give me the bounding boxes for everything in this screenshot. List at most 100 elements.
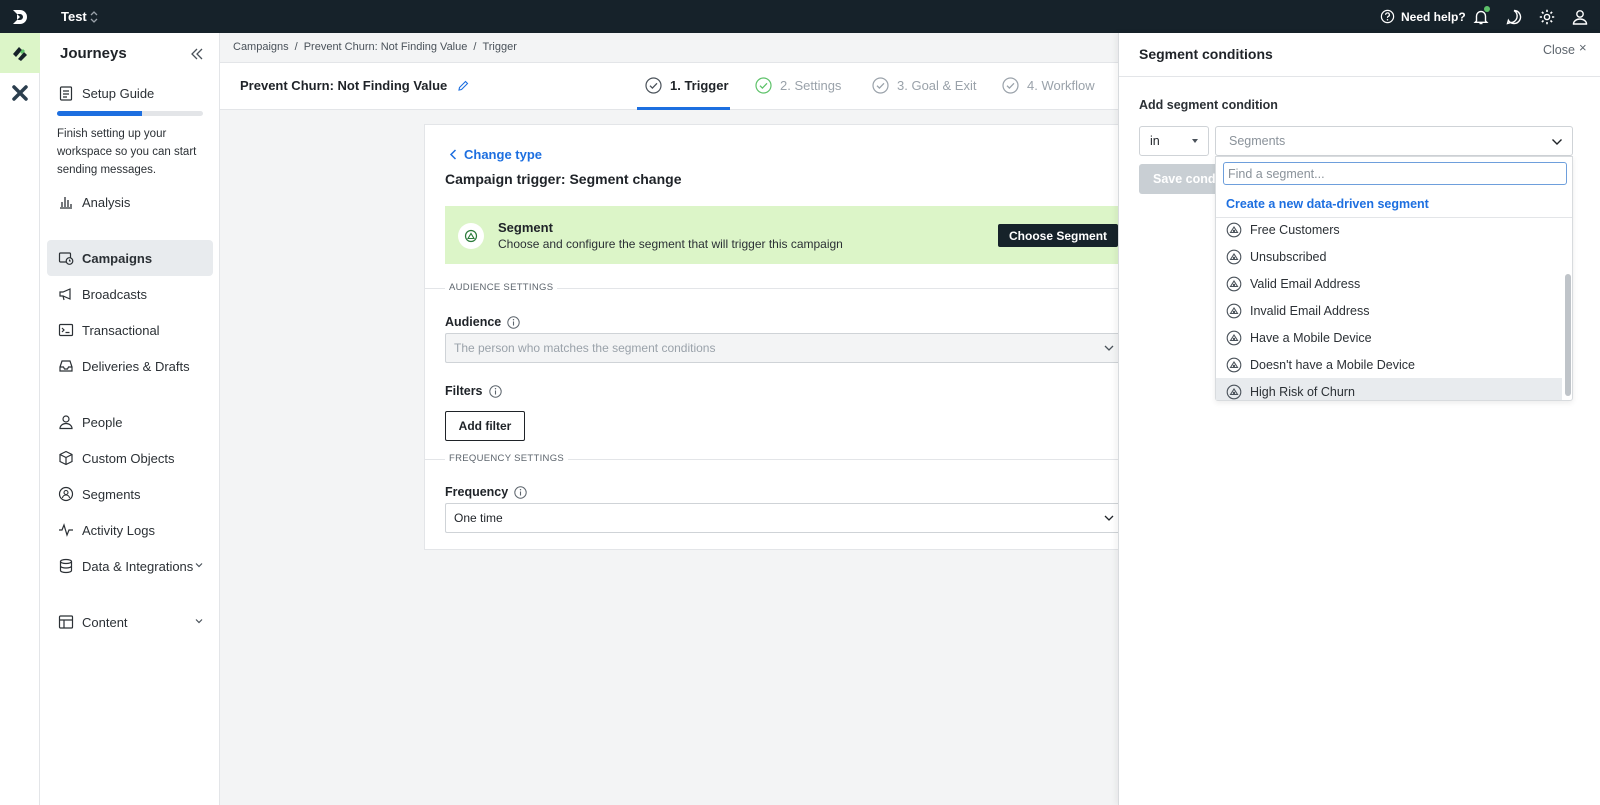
need-help-link[interactable]: Need help? [1380, 9, 1466, 24]
sidebar-item-deliveries[interactable]: Deliveries & Drafts [47, 348, 213, 384]
trigger-card: Change type Campaign trigger: Segment ch… [424, 124, 1121, 550]
filters-label: Filters [445, 384, 502, 398]
dropdown-scrollbar[interactable] [1564, 218, 1572, 400]
field-label-text: Audience [445, 315, 502, 329]
workspace-switch-icon[interactable] [90, 10, 98, 24]
pencil-icon[interactable] [457, 80, 469, 92]
segments-select[interactable]: Segments [1215, 126, 1573, 156]
segment-option[interactable]: High Risk of Churn [1216, 378, 1562, 400]
step-workflow[interactable]: 4. Workflow [1002, 77, 1095, 94]
segment-icon [1226, 303, 1242, 318]
segment-option[interactable]: Doesn't have a Mobile Device [1216, 351, 1562, 378]
section-label: AUDIENCE SETTINGS [445, 282, 558, 293]
active-step-indicator [637, 107, 730, 110]
breadcrumb-separator: / [294, 41, 298, 53]
segment-option[interactable]: Valid Email Address [1216, 270, 1562, 297]
segment-option-label: Invalid Email Address [1250, 303, 1370, 318]
rail-integrations[interactable] [0, 73, 40, 113]
in-value: in [1150, 134, 1160, 148]
cube-icon [59, 450, 73, 466]
breadcrumb-campaign[interactable]: Prevent Churn: Not Finding Value [304, 41, 468, 53]
frequency-select[interactable]: One time [445, 503, 1121, 533]
step-settings[interactable]: 2. Settings [755, 77, 841, 94]
field-label-text: Filters [445, 384, 483, 398]
info-icon[interactable] [488, 384, 502, 398]
info-icon[interactable] [514, 485, 527, 499]
close-panel-button[interactable]: Close × [1543, 41, 1587, 57]
sidebar-item-label: Data & Integrations [82, 558, 194, 574]
app-rail [0, 33, 40, 805]
scrollbar-thumb[interactable] [1565, 274, 1571, 396]
segment-icon [1226, 384, 1242, 399]
step-trigger[interactable]: 1. Trigger [645, 77, 729, 94]
sidebar-item-broadcasts[interactable]: Broadcasts [47, 276, 213, 312]
segment-option[interactable]: Unsubscribed [1216, 243, 1562, 270]
banner-title: Segment [498, 220, 553, 235]
campaign-name-text: Prevent Churn: Not Finding Value [240, 78, 448, 93]
table-icon [58, 615, 74, 629]
sidebar-item-label: Deliveries & Drafts [82, 358, 190, 374]
step-goal-exit[interactable]: 3. Goal & Exit [872, 77, 976, 94]
segment-banner: Segment Choose and configure the segment… [445, 206, 1121, 264]
sidebar-item-people[interactable]: People [47, 404, 213, 440]
sidebar-item-segments[interactable]: Segments [47, 476, 213, 512]
in-select[interactable]: in [1139, 126, 1209, 156]
chevron-down-icon [195, 619, 203, 624]
sidebar-item-label: Custom Objects [82, 450, 175, 466]
rail-journeys[interactable] [0, 33, 40, 73]
breadcrumb-separator: / [473, 41, 477, 53]
audience-value: The person who matches the segment condi… [454, 341, 716, 355]
chevron-down-icon [1104, 515, 1114, 521]
info-icon[interactable] [507, 315, 520, 329]
step-label: 4. Workflow [1027, 78, 1095, 93]
clipboard-icon [59, 86, 73, 101]
segment-icon [1226, 249, 1242, 264]
chat-icon[interactable] [1505, 8, 1523, 26]
sidebar-item-setup-guide[interactable]: Setup Guide [47, 75, 213, 111]
sidebar-item-content[interactable]: Content [47, 604, 213, 640]
segments-placeholder: Segments [1229, 134, 1286, 148]
terminal-icon [58, 323, 74, 337]
sidebar-item-analysis[interactable]: Analysis [47, 184, 213, 220]
segment-icon [464, 229, 478, 243]
sidebar-item-custom-objects[interactable]: Custom Objects [47, 440, 213, 476]
audience-settings-header: AUDIENCE SETTINGS [425, 282, 1121, 293]
audience-label: Audience [445, 315, 520, 329]
segment-option[interactable]: Free Customers [1216, 218, 1562, 243]
segment-option[interactable]: Invalid Email Address [1216, 297, 1562, 324]
sidebar-item-label: Setup Guide [82, 85, 155, 101]
gear-icon[interactable] [1538, 8, 1556, 26]
app-logo-icon[interactable] [10, 7, 30, 27]
sidebar: Journeys Setup Guide Finish setting up y… [40, 33, 220, 805]
segment-icon-badge [458, 223, 484, 249]
collapse-sidebar-icon[interactable] [190, 47, 204, 61]
change-type-link[interactable]: Change type [449, 147, 542, 162]
step-label: 2. Settings [780, 78, 842, 93]
segment-icon [1226, 330, 1242, 345]
pulse-icon [59, 523, 73, 537]
sidebar-item-activity-logs[interactable]: Activity Logs [47, 512, 213, 548]
main-area: Campaigns / Prevent Churn: Not Finding V… [220, 33, 1121, 805]
add-filter-button[interactable]: Add filter [445, 411, 525, 441]
sidebar-item-data-integrations[interactable]: Data & Integrations [47, 548, 213, 584]
user-icon[interactable] [1571, 8, 1589, 26]
segments-dropdown: Create a new data-driven segment Free Cu… [1215, 156, 1573, 401]
choose-segment-button[interactable]: Choose Segment [998, 224, 1119, 247]
breadcrumb-campaigns[interactable]: Campaigns [233, 41, 289, 53]
segment-option[interactable]: Have a Mobile Device [1216, 324, 1562, 351]
create-segment-link[interactable]: Create a new data-driven segment [1226, 197, 1429, 211]
sidebar-item-transactional[interactable]: Transactional [47, 312, 213, 348]
workspace-name[interactable]: Test [61, 9, 87, 24]
sidebar-item-label: Segments [82, 486, 141, 502]
frequency-label: Frequency [445, 485, 527, 499]
segment-icon [1226, 357, 1242, 372]
sidebar-item-campaigns[interactable]: Campaigns [47, 240, 213, 276]
sidebar-item-label: Analysis [82, 194, 131, 210]
chevron-down-icon [195, 563, 203, 568]
campaigns-icon [58, 252, 74, 265]
field-label-text: Frequency [445, 485, 509, 499]
inbox-icon [59, 360, 73, 372]
find-segment-input[interactable] [1223, 162, 1567, 185]
section-label: FREQUENCY SETTINGS [445, 453, 569, 464]
sidebar-title: Journeys [60, 45, 127, 62]
